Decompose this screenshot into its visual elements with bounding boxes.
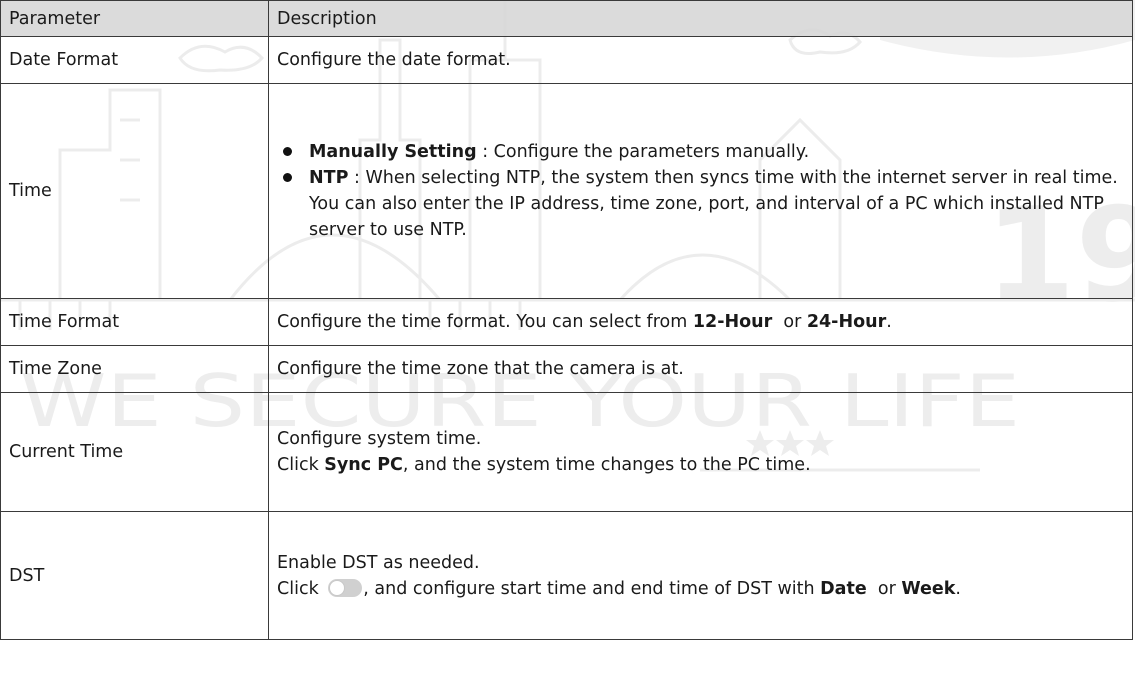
desc-dst: Enable DST as needed. Click , and config… — [268, 511, 1133, 640]
param-time-zone: Time Zone — [0, 345, 269, 393]
time-options-list: Manually Setting : Configure the paramet… — [277, 139, 1124, 191]
table-row-dst: DST Enable DST as needed. Click , and co… — [0, 511, 1133, 640]
desc-date-format: Configure the date format. — [268, 36, 1133, 84]
option-24-hour: 24-Hour — [806, 312, 887, 332]
param-date-format: Date Format — [0, 36, 269, 84]
desc-time: Manually Setting : Configure the paramet… — [268, 83, 1133, 299]
bullet-dot-icon — [283, 147, 292, 156]
param-dst: DST — [0, 511, 269, 640]
desc-time-format: Configure the time format. You can selec… — [268, 298, 1133, 346]
click-text: Click — [277, 455, 325, 475]
dst-click-text: Click — [277, 578, 325, 599]
time-format-or: or — [772, 312, 807, 332]
dst-line2: Click , and configure start time and end… — [277, 576, 1124, 602]
current-time-line1: Configure system time. — [277, 429, 482, 449]
dst-text: , and configure start time and end time … — [363, 578, 821, 599]
time-format-end: . — [886, 312, 892, 332]
ntp-note: You can also enter the IP address, time … — [309, 194, 1104, 240]
table-row-date-format: Date Format Configure the date format. — [0, 36, 1133, 84]
manual-setting-text: : Configure the parameters manually. — [476, 142, 810, 162]
toggle-switch-icon — [328, 578, 363, 597]
table-header-row: Parameter Description — [0, 0, 1133, 37]
header-parameter: Parameter — [0, 0, 269, 37]
param-time: Time — [0, 83, 269, 299]
table-row-time-zone: Time Zone Configure the time zone that t… — [0, 345, 1133, 393]
desc-time-zone: Configure the time zone that the camera … — [268, 345, 1133, 393]
table-row-time: Time Manually Setting : Configure the pa… — [0, 83, 1133, 299]
dst-end: . — [955, 578, 961, 599]
manual-setting-label: Manually Setting — [309, 142, 477, 162]
option-week: Week — [901, 578, 956, 599]
dst-or: or — [866, 578, 902, 599]
option-12-hour: 12-Hour — [692, 312, 773, 332]
bullet-dot-icon — [283, 173, 292, 182]
param-current-time: Current Time — [0, 392, 269, 512]
ntp-text: : When selecting NTP, the system then sy… — [348, 168, 1118, 188]
ntp-label: NTP — [309, 168, 349, 188]
sync-pc-label: Sync PC — [324, 455, 403, 475]
table-row-time-format: Time Format Configure the time format. Y… — [0, 298, 1133, 346]
dst-line1: Enable DST as needed. — [277, 552, 480, 573]
time-format-text: Configure the time format. You can selec… — [277, 312, 693, 332]
sync-pc-text: , and the system time changes to the PC … — [402, 455, 811, 475]
parameter-table: Parameter Description Date Format Config… — [0, 0, 1133, 640]
current-time-line2: Click Sync PC, and the system time chang… — [277, 452, 1124, 478]
option-date: Date — [820, 578, 867, 599]
header-description: Description — [268, 0, 1133, 37]
table-row-current-time: Current Time Configure system time. Clic… — [0, 392, 1133, 512]
desc-current-time: Configure system time. Click Sync PC, an… — [268, 392, 1133, 512]
param-time-format: Time Format — [0, 298, 269, 346]
list-item-manual: Manually Setting : Configure the paramet… — [277, 139, 1124, 165]
list-item-ntp: NTP : When selecting NTP, the system the… — [277, 165, 1124, 191]
